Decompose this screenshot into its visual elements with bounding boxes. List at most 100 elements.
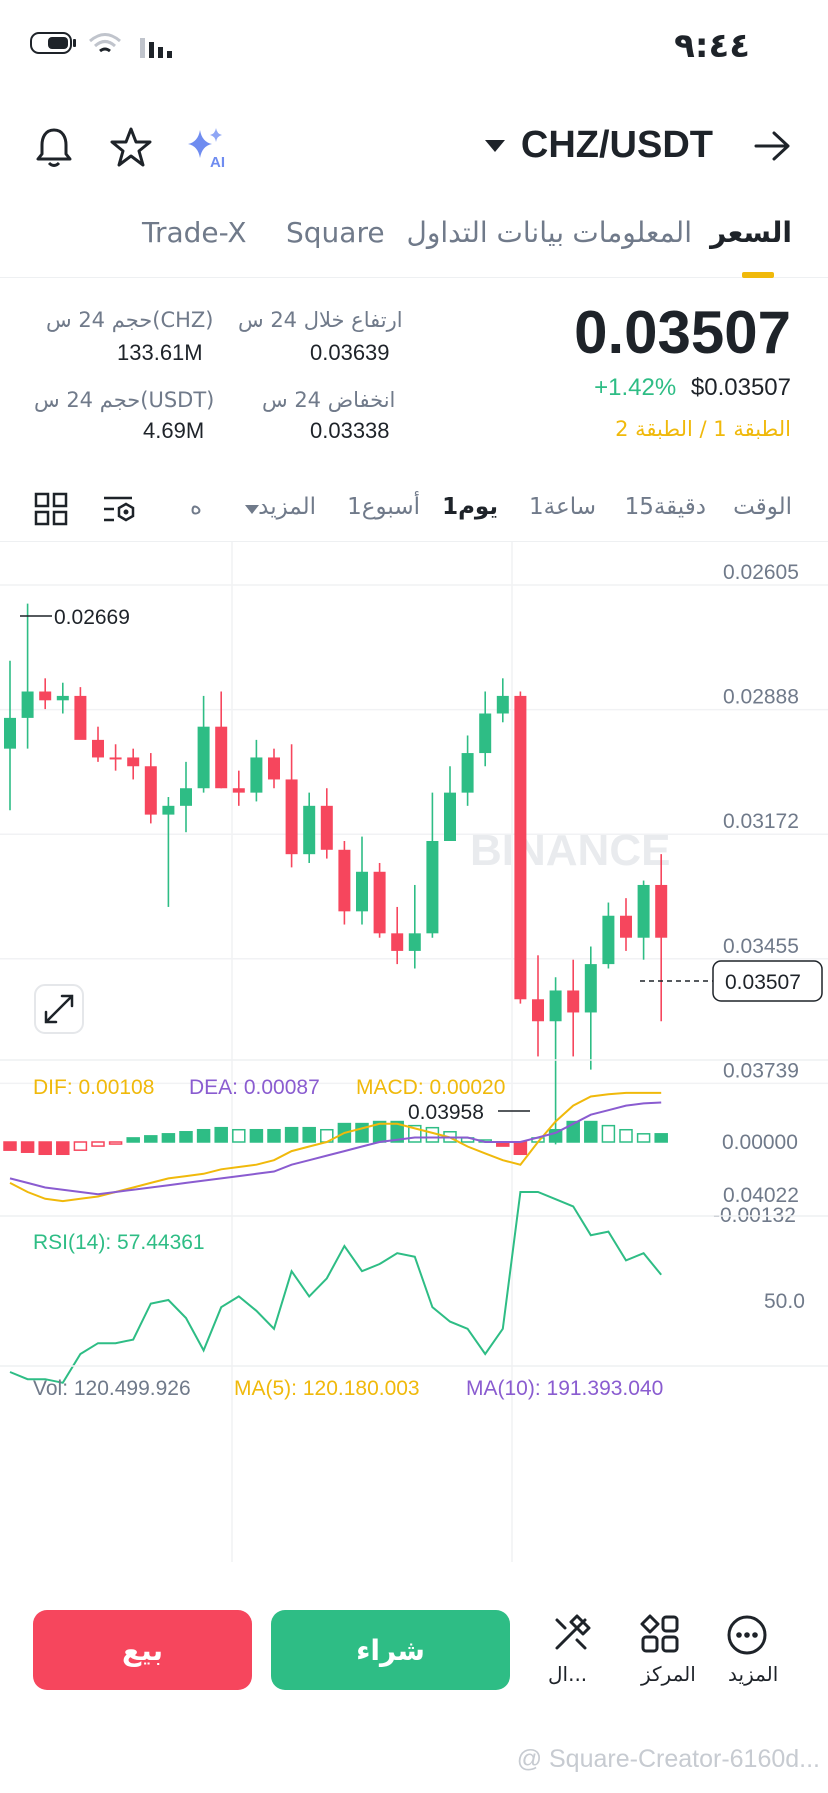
pair-selector[interactable]: CHZ/USDT [521,124,713,167]
high-24h-label: ارتفاع خلال 24 س [238,308,403,332]
candle-body [637,884,650,938]
tier-label[interactable]: الطبقة 1 / الطبقة 2 [615,417,791,441]
macd-bar [302,1126,316,1143]
tab-info[interactable]: المعلومات [572,216,692,249]
status-time: ٩:٤٤ [674,26,750,66]
nav-label-more[interactable]: المزيد [728,1662,778,1686]
price-tick-label: 0.02605 [723,561,799,584]
vol-usdt-value: 4.69M [143,418,205,443]
macd-bar [214,1126,228,1143]
candle-body [109,757,122,760]
macd-bar [161,1133,176,1143]
header: AI CHZ/USDT [0,110,828,180]
candle-body [320,805,333,850]
bell-icon[interactable] [34,126,74,170]
rsi-line [9,1191,662,1384]
chart-watermark: BINANCE [470,826,670,875]
interval-more[interactable]: المزيد [258,494,316,520]
candle-body [602,915,615,965]
chart-grid [0,542,828,1562]
candle-body [39,691,52,701]
macd-dea-label: DEA: 0.00087 [189,1076,320,1099]
nav-label-position[interactable]: المركز [641,1662,696,1686]
back-arrow-icon[interactable] [752,128,792,164]
macd-bar [91,1141,105,1147]
candle-body [479,713,492,754]
macd-bar [513,1141,528,1156]
expand-chart-icon[interactable] [34,984,84,1034]
macd-bar [249,1128,264,1143]
candle-body [162,805,175,815]
draw-tools-icon[interactable] [551,1614,591,1654]
price-row: +1.42% $0.03507 [594,374,791,402]
nav-label-tools[interactable]: ال... [548,1662,587,1686]
footer-watermark: @ Square-Creator-6160d... [516,1745,820,1773]
macd-bar [619,1128,633,1143]
candle-body [496,695,509,714]
interval-1w[interactable]: 1أسبوع [347,494,420,520]
candle-body [549,990,562,1022]
macd-dif-label: DIF: 0.00108 [33,1076,154,1099]
rsi-axis-50: 50.0 [764,1290,805,1313]
current-price-marker[interactable]: 0.03507 [640,960,823,1002]
tab-price[interactable]: السعر [710,216,792,249]
current-price-label: 0.03507 [725,971,801,994]
interval-1h[interactable]: 1ساعة [529,494,596,520]
candle-body [461,753,474,793]
bottom-action-bar: بيع شراء ال... المركز المزيد [0,1596,828,1716]
high-24h-value: 0.03639 [310,340,390,365]
candle-body [391,933,404,951]
candle-body [56,695,69,701]
macd-dea-line [9,1101,662,1196]
tab-trade-x[interactable]: Trade-X [142,216,247,249]
macd-bar [267,1128,281,1143]
macd-bar [636,1133,651,1143]
more-dropdown-icon[interactable] [244,504,260,516]
candle-body [514,695,527,1000]
sell-button[interactable]: بيع [33,1610,252,1690]
price-tick-label: 0.03739 [723,1059,799,1082]
pair-dropdown-icon[interactable] [484,138,506,154]
tab-trading-data[interactable]: بيانات التداول [407,216,564,249]
star-icon[interactable] [110,126,152,168]
interval-15m[interactable]: 15دقيقة [625,494,706,520]
macd-bar [73,1141,88,1151]
interval-time-label[interactable]: الوقت [733,494,792,520]
interval-extra[interactable]: ه [190,494,202,520]
candle-body [74,695,87,740]
candle-body [444,792,456,841]
tab-square[interactable]: Square [286,216,385,249]
vol-chz-value: 133.61M [117,340,203,365]
candle-body [356,871,368,912]
vol-chz-label: حجم 24 س(CHZ) [46,308,214,332]
candle-body [567,990,580,1013]
candle-body [620,915,632,938]
buy-button[interactable]: شراء [271,1610,510,1690]
candle-body [250,757,263,793]
vol-usdt-label: حجم 24 س(USDT) [34,388,215,412]
candle-body [4,717,16,749]
status-bar: ٩:٤٤ [0,0,828,100]
candle-body [303,805,316,855]
macd-bar [654,1133,668,1143]
candle-body [408,933,421,951]
chart-settings-icon[interactable] [102,492,138,528]
macd-dif-line [9,1091,662,1203]
macd-bar [108,1141,123,1145]
candlestick-chart[interactable]: BINANCE 0.02605 0.02888 0.03172 0.03455 0.03… [0,542,828,1562]
main-tabs: السعر المعلومات بيانات التداول Square Tr… [0,210,828,278]
ai-sparkle-icon[interactable]: AI [184,126,230,170]
active-tab-indicator [742,272,774,278]
macd-bar [601,1124,616,1143]
price-tick-label: 0.02888 [723,686,799,709]
candle-body [532,999,544,1022]
interval-1d[interactable]: 1يوم [442,494,498,520]
candle-body [197,726,210,789]
marked-low-label: 0.03958 [408,1101,484,1124]
layout-grid-icon[interactable] [34,492,68,526]
macd-bar [144,1135,158,1143]
grid-shapes-icon[interactable] [640,1614,680,1654]
marked-high-label: 0.02669 [54,606,130,629]
signal-icon [140,38,172,58]
more-icon[interactable] [726,1614,768,1656]
